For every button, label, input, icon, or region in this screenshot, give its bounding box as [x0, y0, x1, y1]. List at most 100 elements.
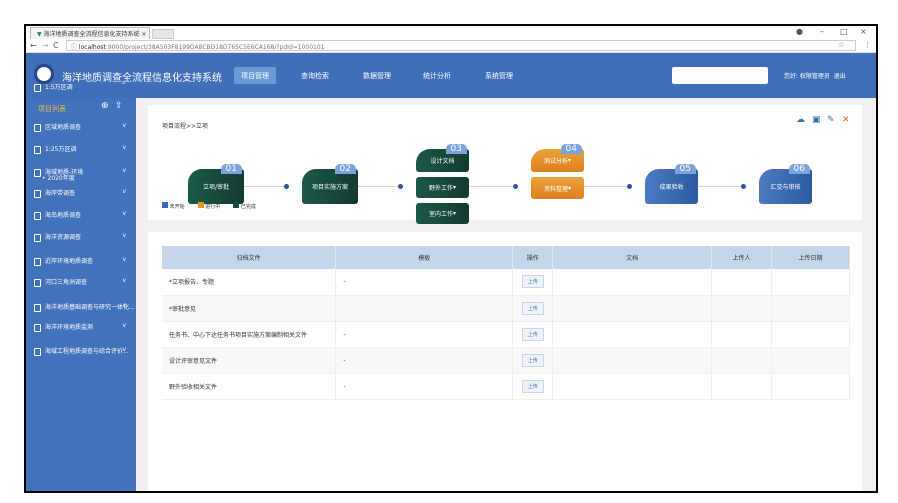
table-row: *审批意见 上传 — [162, 295, 850, 322]
cell-name: *审批意见 — [162, 295, 337, 322]
cell-action: 上传 — [512, 295, 554, 322]
folder-icon — [34, 347, 41, 356]
folder-icon — [34, 303, 41, 312]
sidebar-item[interactable]: 海洋地质基础调查与研究一体化... v — [26, 302, 136, 316]
sidebar-item[interactable]: 海域地质-环境 v — [26, 167, 136, 181]
cell-doc — [552, 295, 713, 322]
column-header: 上传人 — [711, 246, 773, 269]
maximize-button[interactable]: □ — [840, 27, 848, 36]
chevron-down-icon: v — [122, 144, 126, 151]
connector-dot — [513, 184, 518, 189]
cloud-upload-icon[interactable]: ☁ — [796, 115, 805, 125]
minimize-button[interactable]: – — [820, 27, 824, 36]
cell-date — [771, 347, 850, 374]
upload-icon[interactable]: ⇪ — [115, 101, 123, 111]
folder-icon — [34, 123, 41, 132]
new-tab-button[interactable] — [152, 29, 174, 39]
cell-action: 上传 — [512, 347, 554, 374]
nav-project-management[interactable]: 项目管理 — [234, 67, 276, 84]
back-icon[interactable]: ← — [30, 41, 37, 50]
table-row: *立项报告、专题 - 上传 — [162, 269, 850, 296]
sidebar-item[interactable]: 海洋资源调查 v — [26, 232, 136, 246]
favicon-icon: ▼ — [37, 31, 42, 38]
upload-button[interactable]: 上传 — [521, 327, 544, 341]
workflow-step[interactable]: 03 设计文档 — [416, 144, 469, 172]
cell-action: 上传 — [512, 373, 554, 400]
workflow-step[interactable]: 02 项目实施方案 — [302, 164, 358, 204]
cell-uploader — [711, 321, 773, 348]
sidebar-item[interactable]: 河口三角洲调查 v — [26, 277, 136, 291]
connector-line — [698, 186, 743, 187]
cell-uploader — [711, 295, 773, 322]
logo — [34, 64, 54, 84]
sidebar-item[interactable]: 1:5万区调 ^ — [26, 82, 136, 96]
browser-window: ▼ 海洋地质调查全流程信息化支持系统 × ● – □ × ← → C ⓘ loc… — [24, 24, 878, 493]
sidebar-item[interactable]: 1:25万区调 v — [26, 144, 136, 158]
app-header: 海洋地质调查全流程信息化支持系统 项目管理 查询检索 数据管理 统计分析 系统管… — [26, 53, 876, 98]
nav-query[interactable]: 查询检索 — [294, 67, 336, 84]
files-card: 归档文件 模板 操作 文档 上传人 上传日期 *立项报告、专题 - 上传 *审批意见 上传 任务书、… — [148, 232, 862, 491]
workflow-substep-dropdown[interactable]: 野外工作 ▾ — [416, 177, 469, 198]
workflow-substep-dropdown[interactable]: 室内工作 ▾ — [416, 203, 469, 224]
tab-bar: ▼ 海洋地质调查全流程信息化支持系统 × ● – □ × — [26, 26, 876, 39]
upload-button[interactable]: 上传 — [521, 301, 544, 315]
chevron-down-icon: v — [122, 188, 126, 195]
connector-dot — [398, 184, 403, 189]
user-greeting: 您好: 权限管理员 退出 — [784, 73, 846, 80]
folder-icon — [34, 257, 41, 266]
cell-name: 野外验收相关文件 — [162, 373, 337, 400]
nav-system-management[interactable]: 系统管理 — [478, 67, 520, 84]
workflow-substep-dropdown[interactable]: 资料整理 ▾ — [531, 177, 584, 199]
legend-swatch — [233, 202, 240, 208]
nav-data-management[interactable]: 数据管理 — [356, 67, 398, 84]
folder-icon — [34, 323, 41, 332]
workflow-step[interactable]: 01 立项/审批 — [188, 164, 244, 204]
save-icon[interactable]: ▣ — [812, 115, 821, 125]
sidebar-item[interactable]: 海洋环境地质监测 v — [26, 322, 136, 336]
nav-statistics[interactable]: 统计分析 — [416, 67, 458, 84]
menu-icon[interactable]: ⋮ — [864, 41, 871, 49]
cell-date — [771, 269, 850, 296]
cell-name: 任务书、中心下达任务书项目实施方案编制相关文件 — [162, 321, 337, 348]
sidebar-item[interactable]: 海岛地质调查 v — [26, 210, 136, 224]
sidebar-item[interactable]: 海域工程地质调查与综合评价... v — [26, 346, 136, 360]
star-icon[interactable]: ☆ — [838, 41, 844, 49]
folder-icon — [34, 211, 41, 220]
close-icon[interactable]: ✕ — [842, 115, 850, 125]
logout-link[interactable]: 退出 — [834, 73, 846, 80]
cell-name: *立项报告、专题 — [162, 269, 337, 296]
upload-button[interactable]: 上传 — [521, 379, 544, 393]
table-row: 设计评审意见文件 - 上传 — [162, 347, 850, 374]
workflow-step[interactable]: 04 测试分析 ▾ — [531, 144, 584, 172]
connector-dot — [627, 184, 632, 189]
chevron-down-icon: v — [122, 122, 126, 129]
edit-icon[interactable]: ✎ — [827, 115, 835, 125]
column-header: 操作 — [512, 246, 554, 269]
reload-icon[interactable]: C — [53, 41, 59, 50]
url-input[interactable]: ⓘ localhost:9000/project/38A503F8199DA8C… — [66, 40, 856, 51]
browser-tab[interactable]: ▼ 海洋地质调查全流程信息化支持系统 × — [30, 27, 150, 39]
upload-button[interactable]: 上传 — [521, 275, 544, 289]
folder-icon — [34, 189, 41, 198]
close-window-button[interactable]: × — [860, 27, 867, 36]
account-icon[interactable]: ● — [796, 27, 803, 36]
column-header: 归档文件 — [162, 246, 337, 269]
folder-icon — [34, 233, 41, 242]
search-input[interactable] — [672, 67, 768, 84]
cell-action: 上传 — [512, 321, 554, 348]
sidebar-item[interactable]: 海岸带调查 v — [26, 188, 136, 202]
workflow-step[interactable]: 06 汇交与审核 — [759, 164, 812, 204]
add-circle-icon[interactable]: ⊕ — [101, 101, 109, 111]
cell-date — [771, 321, 850, 348]
workflow-step[interactable]: 05 成果验收 — [645, 164, 698, 204]
sidebar-title: 项目列表 — [38, 105, 66, 113]
chevron-down-icon: v — [122, 167, 126, 174]
column-header: 文档 — [552, 246, 713, 269]
sidebar-item[interactable]: 近岸环境地质调查 v — [26, 256, 136, 270]
forward-icon[interactable]: → — [42, 41, 49, 50]
cell-template: - — [335, 347, 514, 374]
legend-item: 进行中 — [197, 202, 220, 210]
sidebar-item[interactable]: 区域地质调查 v — [26, 122, 136, 136]
upload-button[interactable]: 上传 — [521, 353, 544, 367]
address-bar-row: ← → C ⓘ localhost:9000/project/38A503F81… — [26, 39, 876, 53]
